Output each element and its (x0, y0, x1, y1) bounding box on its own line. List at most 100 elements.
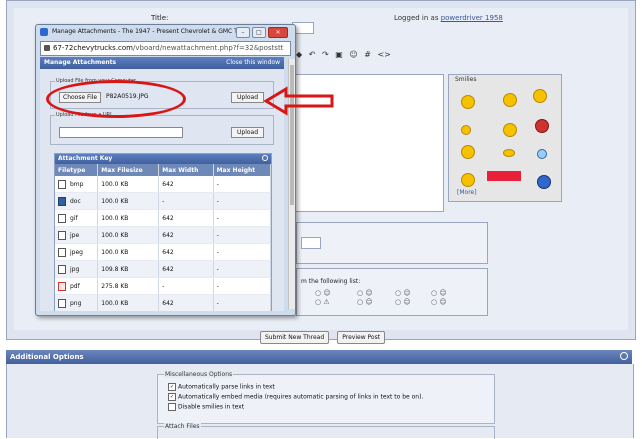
filetype-label: jpeg (70, 248, 83, 256)
post-icon-row[interactable]: ○ ☺ (357, 298, 373, 306)
window-titlebar[interactable]: Manage Attachments - The 1947 - Present … (36, 25, 295, 39)
font-icon[interactable]: ◆ (296, 50, 302, 59)
title-label: Title: (151, 14, 169, 22)
smilies-panel: Smilies [More] (448, 74, 562, 202)
post-icon-row[interactable]: ○ ☺ (395, 298, 411, 306)
smiley-icon[interactable] (461, 145, 475, 159)
max-filesize-cell: 100.0 KB (97, 226, 160, 244)
post-icon-row[interactable]: ○ ☺ (431, 298, 447, 306)
max-height-cell: - (213, 176, 272, 193)
post-icon-row[interactable]: ○ ☺ (357, 289, 373, 297)
smiley-icon[interactable] (537, 175, 551, 189)
max-height-cell: - (213, 209, 272, 227)
smilies-label: Smilies (455, 76, 477, 83)
max-filesize-cell: 100.0 KB (97, 192, 160, 210)
filetype-label: doc (70, 197, 81, 205)
image-icon[interactable]: ▣ (335, 50, 343, 59)
code-icon[interactable]: <> (377, 50, 390, 59)
url-path: /vboard/newattachment.php?f=32&poststt (133, 44, 284, 52)
max-filesize-cell: 100.0 KB (97, 209, 160, 227)
url-input[interactable] (59, 127, 183, 138)
post-icon-row[interactable]: ○ ⚠ (315, 298, 330, 306)
parse-links-label: Automatically parse links in text (178, 383, 275, 391)
max-height-cell: - (213, 192, 272, 210)
collapse-icon[interactable] (620, 352, 628, 360)
misc-options-fieldset: Miscellaneous Options ✓ Automatically par… (157, 371, 495, 424)
attachment-key-title: Attachment Key (58, 155, 113, 162)
smiley-icon[interactable] (461, 173, 475, 187)
max-filesize-cell: 100.0 KB (97, 243, 160, 261)
close-icon[interactable]: ✕ (268, 27, 288, 38)
close-window-link[interactable]: Close this window (226, 57, 280, 69)
upload-button[interactable]: Upload (231, 92, 265, 103)
smiley-icon[interactable] (503, 149, 515, 157)
smiley-icon[interactable] (487, 171, 521, 181)
redo-icon[interactable]: ↷ (322, 50, 329, 59)
filetype-cell: doc (55, 192, 99, 210)
smiley-icon[interactable] (503, 93, 517, 107)
table-row: gif 100.0 KB 642- (55, 209, 272, 227)
filetype-cell: jpe (55, 226, 99, 244)
upload-url-button[interactable]: Upload (231, 127, 265, 138)
post-icon-row[interactable]: ○ ☺ (395, 289, 411, 297)
filetype-label: png (70, 299, 82, 307)
post-icon-row[interactable]: ○ ☺ (315, 289, 331, 297)
checkbox-checked[interactable]: ✓ (168, 393, 176, 401)
manage-attachments-header: Manage Attachments Close this window (40, 57, 284, 69)
manage-attachments-title: Manage Attachments (44, 59, 117, 66)
max-width-cell: 642 (158, 226, 214, 244)
column-header: Max Filesize (97, 164, 160, 176)
embed-media-label: Automatically embed media (requires auto… (178, 393, 424, 401)
disable-smilies-option[interactable]: Disable smilies in text (168, 403, 244, 411)
username-link[interactable]: powerdriver 1958 (441, 14, 503, 22)
table-row: doc 100.0 KB - - (55, 192, 272, 210)
maximize-icon[interactable]: □ (252, 27, 266, 38)
address-bar[interactable]: 67-72chevytrucks.com/vboard/newattachmen… (40, 41, 291, 56)
max-height-cell: - (213, 260, 272, 278)
max-filesize-cell: 100.0 KB (97, 294, 160, 311)
attachment-key-table: Filetype Max Filesize Max Width Max Heig… (55, 164, 272, 311)
max-width-cell: - (158, 277, 214, 295)
smiley-icon[interactable] (535, 119, 549, 133)
minimize-icon[interactable]: – (236, 27, 250, 38)
option-input[interactable] (301, 237, 321, 249)
filetype-label: bmp (70, 180, 84, 188)
misc-options-legend: Miscellaneous Options (164, 371, 234, 378)
undo-icon[interactable]: ↶ (309, 50, 316, 59)
max-height-cell: - (213, 277, 272, 295)
pdf-file-icon (58, 281, 66, 291)
image-file-icon (58, 230, 66, 240)
upload-url-fieldset: Upload File from a URL Upload (50, 112, 274, 145)
post-icon-row[interactable]: ○ ☺ (431, 289, 447, 297)
max-width-cell: 642 (158, 294, 214, 311)
table-row: bmp 100.0 KB 642- (55, 176, 272, 193)
smiley-icon[interactable] (503, 123, 517, 137)
emoticon-icon[interactable]: ☺ (349, 50, 357, 59)
preview-post-button[interactable]: Preview Post (337, 331, 386, 344)
checkbox-unchecked[interactable] (168, 403, 176, 411)
browser-icon (40, 28, 48, 36)
max-filesize-cell: 275.8 KB (97, 277, 160, 295)
smiley-icon[interactable] (461, 125, 471, 135)
embed-media-option[interactable]: ✓ Automatically embed media (requires aut… (168, 393, 423, 401)
doc-file-icon (58, 196, 66, 206)
smiley-icon[interactable] (533, 89, 547, 103)
checkbox-checked[interactable]: ✓ (168, 383, 176, 391)
smilies-more-link[interactable]: [More] (457, 189, 477, 196)
submit-thread-button[interactable]: Submit New Thread (260, 331, 330, 344)
filetype-label: gif (70, 214, 78, 222)
filetype-label: jpe (70, 231, 80, 239)
hash-icon[interactable]: # (364, 50, 371, 59)
filetype-cell: png (55, 294, 99, 311)
table-row: jpg 109.8 KB 642- (55, 260, 272, 278)
smiley-icon[interactable] (461, 95, 475, 109)
smiley-icon[interactable] (537, 149, 547, 159)
attachment-key-panel: Attachment Key Filetype Max Filesize Max… (54, 153, 272, 311)
filetype-cell: jpeg (55, 243, 99, 261)
image-file-icon (58, 213, 66, 223)
table-header-row: Filetype Max Filesize Max Width Max Heig… (55, 164, 272, 176)
disable-smilies-label: Disable smilies in text (178, 403, 245, 411)
max-width-cell: - (158, 192, 214, 210)
collapse-icon[interactable] (262, 155, 268, 161)
parse-links-option[interactable]: ✓ Automatically parse links in text (168, 383, 275, 391)
